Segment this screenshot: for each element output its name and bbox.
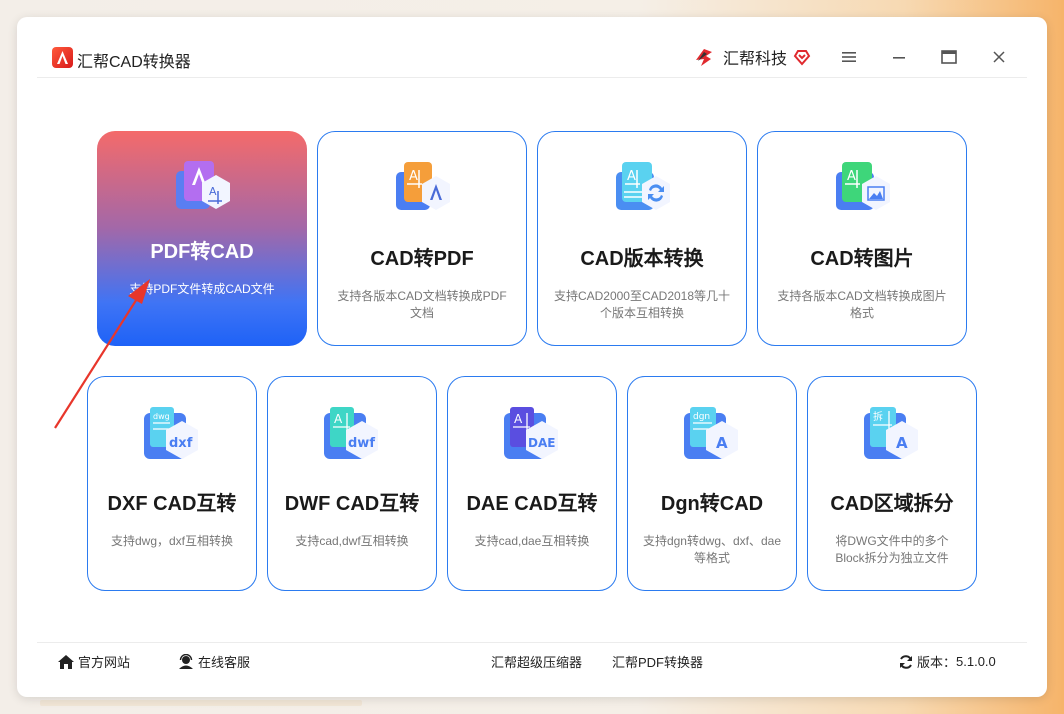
- customer-service-icon: [179, 653, 193, 669]
- brand[interactable]: 汇帮科技: [693, 45, 811, 69]
- version-label: 版本：: [917, 655, 957, 670]
- official-website-label: 官方网站: [78, 655, 131, 670]
- split-tag-text: 拆: [873, 410, 883, 423]
- heart-diamond-icon: [793, 50, 811, 66]
- svg-text:A: A: [514, 412, 523, 426]
- background-strip: [40, 700, 362, 706]
- card-dxf-cad[interactable]: dwg dxf DXF CAD互转 支持dwg，dxf互相转换: [87, 376, 257, 591]
- dxf-icon: dwg dxf: [140, 403, 204, 467]
- app-window: 汇帮CAD转换器 汇帮科技 A PDF转CAD 支持PDF文件转成CAD文件 A…: [17, 17, 1047, 697]
- card-cad-to-image[interactable]: A CAD转图片 支持各版本CAD文档转换成图片格式: [757, 131, 967, 346]
- close-icon: [993, 51, 1005, 63]
- card-description: 支持PDF文件转成CAD文件: [129, 282, 275, 296]
- svg-text:A: A: [847, 169, 856, 184]
- dwf-icon: A dwf: [320, 403, 384, 467]
- title-bar: 汇帮CAD转换器 汇帮科技: [17, 17, 1047, 77]
- app-title: 汇帮CAD转换器: [77, 54, 191, 71]
- card-title: Dgn转CAD: [660, 493, 764, 515]
- card-cad-version-convert[interactable]: A CAD版本转换 支持CAD2000至CAD2018等几十个版本互相转换: [537, 131, 747, 346]
- svg-text:A: A: [627, 169, 636, 184]
- region-split-icon: 拆 A: [860, 403, 924, 467]
- cad-to-pdf-icon: A: [390, 158, 454, 222]
- brand-logo-icon: [696, 49, 712, 66]
- card-title: PDF转CAD: [150, 241, 254, 263]
- menu-button[interactable]: [837, 45, 861, 69]
- dwf-icon-text: dwf: [348, 436, 375, 451]
- dxf-icon-text: dxf: [169, 436, 193, 451]
- minimize-icon: [893, 57, 905, 59]
- maximize-icon: [941, 50, 957, 64]
- dwg-tag-text: dwg: [153, 412, 170, 421]
- dae-icon: A DAE: [500, 403, 564, 467]
- card-cad-region-split[interactable]: 拆 A CAD区域拆分 将DWG文件中的多个Block拆分为独立文件: [807, 376, 977, 591]
- footer-divider: [37, 642, 1027, 643]
- card-title: CAD转图片: [810, 248, 914, 270]
- card-description: 支持cad,dwf互相转换: [295, 534, 409, 548]
- refresh-icon: [900, 654, 912, 669]
- maximize-button[interactable]: [937, 45, 961, 69]
- official-website-link[interactable]: 官方网站: [57, 652, 130, 671]
- pdf-to-cad-icon: A: [170, 157, 234, 221]
- card-title: CAD转PDF: [370, 248, 474, 270]
- card-description: 支持cad,dae互相转换: [474, 534, 590, 548]
- svg-text:A: A: [409, 169, 418, 184]
- card-title: DXF CAD互转: [107, 493, 237, 515]
- svg-text:A: A: [209, 185, 217, 198]
- card-cad-to-pdf[interactable]: A CAD转PDF 支持各版本CAD文档转换成PDF文档: [317, 131, 527, 346]
- cad-to-image-icon: A: [830, 158, 894, 222]
- card-dgn-to-cad[interactable]: dgn A Dgn转CAD 支持dgn转dwg、dxf、dae等格式: [627, 376, 797, 591]
- card-title: CAD版本转换: [580, 248, 704, 270]
- menu-icon: [842, 52, 856, 62]
- card-title: DWF CAD互转: [284, 493, 420, 515]
- card-pdf-to-cad[interactable]: A PDF转CAD 支持PDF文件转成CAD文件: [97, 131, 307, 346]
- compressor-label: 汇帮超级压缩器: [491, 655, 583, 670]
- close-button[interactable]: [987, 45, 1011, 69]
- card-dwf-cad[interactable]: A dwf DWF CAD互转 支持cad,dwf互相转换: [267, 376, 437, 591]
- svg-text:A: A: [334, 412, 343, 426]
- cad-version-icon: A: [610, 158, 674, 222]
- card-description: 将DWG文件中的多个Block拆分为独立文件: [835, 534, 949, 565]
- home-icon: [58, 654, 74, 669]
- svg-text:A: A: [896, 434, 908, 452]
- card-title: DAE CAD互转: [466, 493, 598, 515]
- dae-icon-text: DAE: [528, 436, 555, 450]
- title-divider: [37, 77, 1027, 78]
- brand-name: 汇帮科技: [723, 51, 788, 68]
- pdf-converter-label: 汇帮PDF转换器: [612, 655, 704, 670]
- pdf-converter-link[interactable]: 汇帮PDF转换器: [612, 652, 703, 671]
- card-description: 支持CAD2000至CAD2018等几十个版本互相转换: [553, 289, 731, 320]
- card-description: 支持dwg，dxf互相转换: [110, 534, 234, 548]
- dgn-icon: dgn A: [680, 403, 744, 467]
- card-title: CAD区域拆分: [830, 493, 954, 515]
- card-description: 支持各版本CAD文档转换成图片格式: [777, 289, 947, 320]
- card-description: 支持dgn转dwg、dxf、dae等格式: [642, 534, 782, 565]
- footer: 官方网站 在线客服 汇帮超级压缩器 汇帮PDF转换器 版本： 5.1.0.0: [17, 649, 1047, 679]
- minimize-button[interactable]: [887, 45, 911, 69]
- card-dae-cad[interactable]: A DAE DAE CAD互转 支持cad,dae互相转换: [447, 376, 617, 591]
- compressor-link[interactable]: 汇帮超级压缩器: [491, 652, 582, 671]
- version-info[interactable]: 版本： 5.1.0.0: [898, 652, 996, 671]
- card-description: 支持各版本CAD文档转换成PDF文档: [337, 289, 507, 320]
- online-support-label: 在线客服: [198, 655, 251, 670]
- svg-text:A: A: [716, 434, 728, 452]
- dgn-tag-text: dgn: [693, 412, 710, 422]
- app-logo-icon: [52, 47, 73, 68]
- version-number: 5.1.0.0: [956, 654, 996, 669]
- online-support-link[interactable]: 在线客服: [177, 652, 250, 671]
